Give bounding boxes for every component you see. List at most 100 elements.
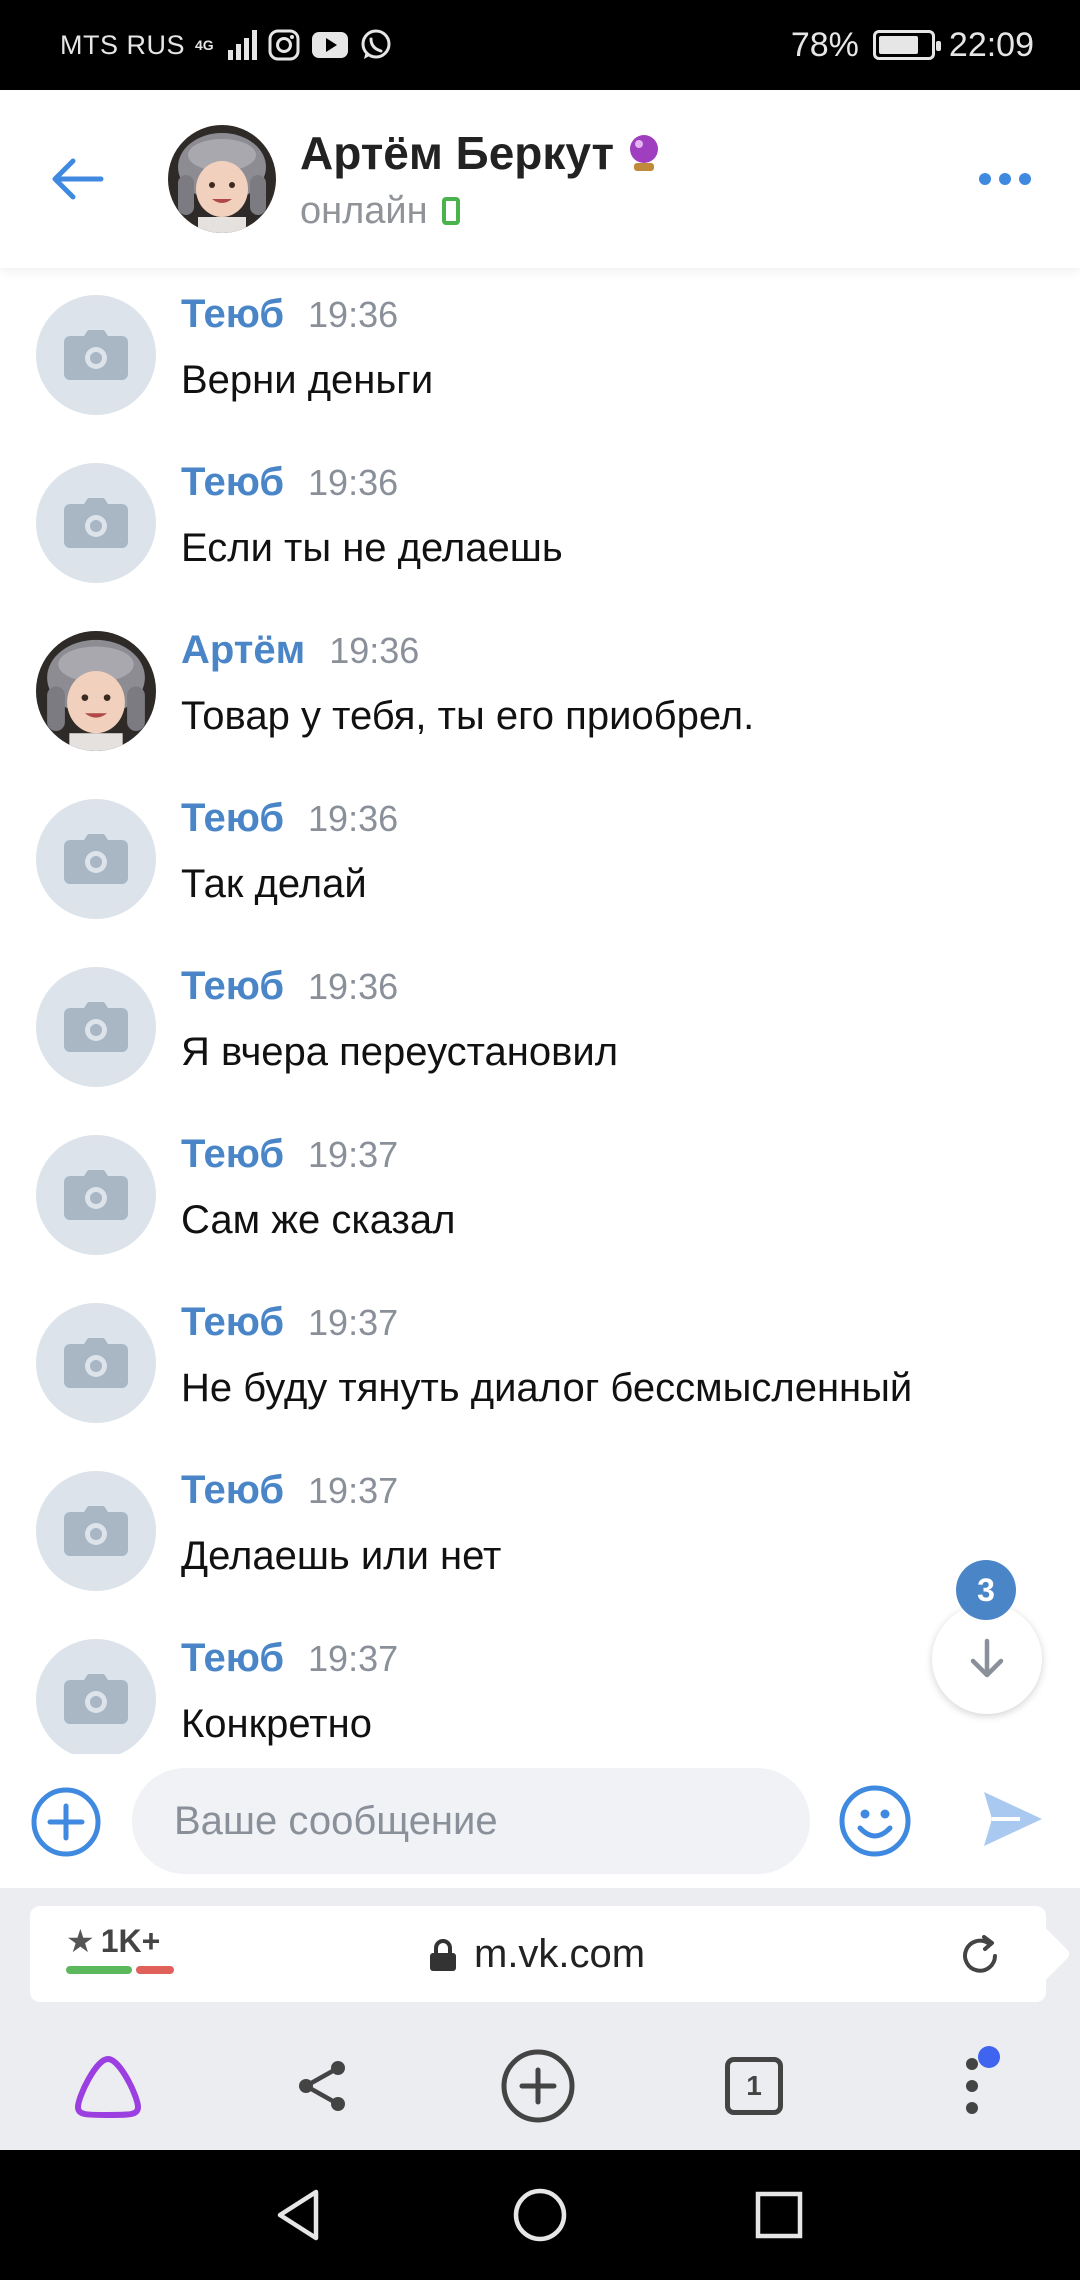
message-time: 19:36 — [329, 630, 420, 671]
whatsapp-icon — [359, 28, 393, 62]
message-author[interactable]: Теюб — [181, 1300, 284, 1345]
youtube-icon — [311, 30, 349, 60]
message-time: 19:36 — [308, 966, 399, 1007]
alice-button[interactable] — [70, 2048, 146, 2124]
message-composer — [0, 1754, 1080, 1888]
home-circle-icon[interactable] — [507, 2182, 573, 2248]
camera-icon — [64, 1338, 128, 1388]
signal-icon — [227, 30, 257, 60]
alice-icon — [75, 2056, 141, 2118]
message-text: Делаешь или нет — [181, 1534, 502, 1578]
message-text: Верни деньги — [181, 358, 434, 402]
sender-avatar[interactable] — [36, 631, 156, 751]
browser-chrome: ★ 1K+ m.vk.com 1 — [0, 1888, 1080, 2150]
browser-toolbar: 1 — [0, 2020, 1080, 2150]
message-item[interactable]: Теюб 19:36 Я вчера переустановил — [0, 940, 1080, 1108]
sender-avatar[interactable] — [36, 1471, 156, 1591]
contact-photo — [36, 631, 156, 751]
rating-bars — [66, 1966, 174, 1974]
message-time: 19:36 — [308, 294, 399, 335]
contact-avatar[interactable] — [168, 125, 276, 233]
back-arrow-icon — [52, 158, 104, 200]
battery-percent: 78% — [790, 25, 859, 64]
lock-icon — [430, 1938, 456, 1971]
reload-icon[interactable] — [958, 1934, 1002, 1978]
rating-label: 1K+ — [100, 1922, 161, 1959]
share-button[interactable] — [284, 2048, 360, 2124]
new-tab-button[interactable] — [500, 2048, 576, 2124]
android-navigation-bar — [0, 2150, 1080, 2280]
message-text: Я вчера переустановил — [181, 1030, 619, 1074]
clock: 22:09 — [948, 25, 1034, 64]
more-options-button[interactable] — [930, 90, 1080, 268]
message-item[interactable]: Теюб 19:36 Так делай — [0, 772, 1080, 940]
contact-name[interactable]: Артём Беркут — [300, 126, 614, 180]
more-dot — [999, 173, 1011, 185]
address-bar[interactable]: ★ 1K+ m.vk.com — [30, 1906, 1046, 2002]
camera-icon — [64, 1002, 128, 1052]
message-time: 19:36 — [308, 462, 399, 503]
tabs-count: 1 — [725, 2057, 783, 2115]
menu-dots-icon — [966, 2058, 978, 2114]
message-time: 19:37 — [308, 1638, 399, 1679]
attach-plus-icon[interactable] — [30, 1786, 102, 1858]
mobile-online-icon — [441, 197, 460, 225]
sender-avatar[interactable] — [36, 1303, 156, 1423]
share-icon — [299, 2061, 345, 2111]
back-triangle-icon[interactable] — [266, 2182, 332, 2248]
message-input[interactable] — [132, 1768, 810, 1874]
message-list[interactable]: Теюб 19:36 Верни деньги Теюб 19:36 Если … — [0, 268, 1080, 1754]
sender-avatar[interactable] — [36, 1135, 156, 1255]
message-author[interactable]: Артём — [181, 628, 305, 673]
arrow-down-icon — [970, 1638, 1004, 1678]
status-bar: MTS RUS 4G 78% 22:09 — [0, 0, 1080, 90]
camera-icon — [64, 834, 128, 884]
message-author[interactable]: Теюб — [181, 1636, 284, 1681]
sender-avatar[interactable] — [36, 295, 156, 415]
message-item[interactable]: Теюб 19:37 Делаешь или нет — [0, 1444, 1080, 1612]
camera-icon — [64, 330, 128, 380]
message-text: Не буду тянуть диалог бессмысленный — [181, 1366, 913, 1410]
message-item[interactable]: Артём 19:36 Товар у тебя, ты его приобре… — [0, 604, 1080, 772]
tabs-button[interactable]: 1 — [716, 2048, 792, 2124]
message-text: Сам же сказал — [181, 1198, 456, 1242]
message-time: 19:37 — [308, 1302, 399, 1343]
scroll-down-button[interactable] — [932, 1604, 1042, 1714]
message-item[interactable]: Теюб 19:37 Конкретно — [0, 1612, 1080, 1754]
sender-avatar[interactable] — [36, 463, 156, 583]
unread-count-badge: 3 — [956, 1560, 1016, 1620]
message-author[interactable]: Теюб — [181, 1132, 284, 1177]
message-item[interactable]: Теюб 19:37 Не буду тянуть диалог бессмыс… — [0, 1276, 1080, 1444]
message-author[interactable]: Теюб — [181, 964, 284, 1009]
sender-avatar[interactable] — [36, 1639, 156, 1754]
message-item[interactable]: Теюб 19:37 Сам же сказал — [0, 1108, 1080, 1276]
message-item[interactable]: Теюб 19:36 Верни деньги — [0, 268, 1080, 436]
message-author[interactable]: Теюб — [181, 460, 284, 505]
emoji-icon[interactable] — [838, 1784, 912, 1858]
message-author[interactable]: Теюб — [181, 796, 284, 841]
crystal-ball-icon — [630, 134, 659, 171]
sender-avatar[interactable] — [36, 799, 156, 919]
message-text: Конкретно — [181, 1702, 372, 1746]
chat-header: Артём Беркут онлайн — [0, 90, 1080, 268]
site-rating[interactable]: ★ 1K+ — [66, 1922, 174, 1974]
recents-square-icon[interactable] — [746, 2182, 812, 2248]
battery-icon — [872, 30, 941, 60]
more-dot — [1019, 173, 1031, 185]
message-text: Если ты не делаешь — [181, 526, 563, 570]
message-text: Так делай — [181, 862, 367, 906]
message-time: 19:36 — [308, 798, 399, 839]
sender-avatar[interactable] — [36, 967, 156, 1087]
message-item[interactable]: Теюб 19:36 Если ты не делаешь — [0, 436, 1080, 604]
url-text[interactable]: m.vk.com — [474, 1932, 645, 1977]
instagram-icon — [267, 28, 301, 62]
message-author[interactable]: Теюб — [181, 1468, 284, 1513]
star-icon: ★ — [66, 1923, 95, 1959]
back-button[interactable] — [0, 90, 154, 268]
message-time: 19:37 — [308, 1134, 399, 1175]
network-type-label: 4G — [195, 37, 214, 53]
message-author[interactable]: Теюб — [181, 292, 284, 337]
send-icon[interactable] — [980, 1786, 1046, 1852]
camera-icon — [64, 1506, 128, 1556]
notification-dot — [978, 2046, 1000, 2068]
